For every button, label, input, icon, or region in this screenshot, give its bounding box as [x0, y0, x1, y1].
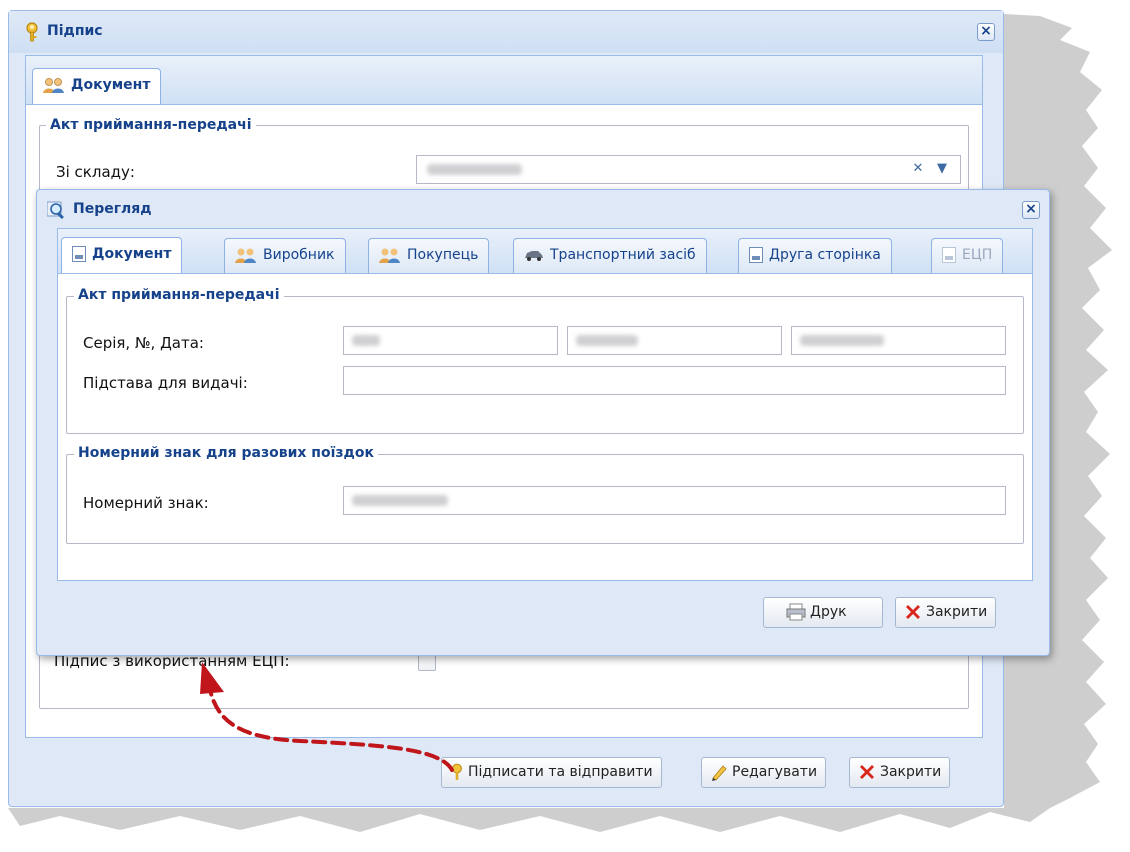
preview-tab-body: Акт приймання-передачі Серія, №, Дата: П… [57, 273, 1033, 581]
tab-preview-document[interactable]: Документ [61, 237, 183, 275]
chevron-down-icon[interactable]: ▼ [931, 158, 953, 181]
tab-manufacturer[interactable]: Виробник [224, 238, 346, 273]
clear-icon[interactable]: ✕ [907, 158, 929, 181]
redacted-value [800, 335, 884, 346]
series-label: Серія, №, Дата: [83, 334, 204, 352]
series-field[interactable] [343, 326, 558, 355]
document-icon [942, 247, 956, 263]
outer-close-label: Закрити [880, 764, 942, 780]
number-field[interactable] [567, 326, 782, 355]
preview-close-label: Закрити [926, 604, 988, 620]
users-icon [235, 248, 256, 263]
tab-digital-signature: ЕЦП [931, 238, 1004, 273]
tab-label: Документ [92, 246, 172, 262]
preview-act-fieldset-title: Акт приймання-передачі [74, 287, 284, 303]
red-x-icon [860, 765, 874, 779]
redacted-value [352, 495, 448, 506]
preview-act-fieldset [66, 296, 1024, 434]
redacted-value [576, 335, 638, 346]
tab-vehicle[interactable]: Транспортний засіб [513, 238, 707, 273]
outer-close-button[interactable]: Закрити [849, 757, 951, 788]
plate-fieldset-title: Номерний знак для разових поїздок [74, 445, 378, 461]
tab-buyer[interactable]: Покупець [368, 238, 490, 273]
tab-second-page[interactable]: Друга сторінка [738, 238, 892, 273]
edit-label: Редагувати [732, 764, 818, 780]
tab-document-label: Документ [71, 77, 151, 93]
preview-tabstrip: Документ Виробник Покупець Транспортний … [57, 228, 1033, 275]
users-icon [379, 248, 400, 263]
edit-button[interactable]: Редагувати [701, 757, 827, 788]
car-icon [525, 251, 543, 261]
redacted-value [427, 164, 522, 175]
redacted-value [352, 335, 380, 346]
plate-label: Номерний знак: [83, 494, 209, 512]
tab-label: Виробник [263, 247, 335, 263]
tab-label: Транспортний засіб [550, 247, 696, 263]
tab-label: Друга сторінка [769, 247, 881, 263]
basis-field[interactable] [343, 366, 1006, 395]
outer-tabstrip: Документ [25, 55, 983, 106]
pencil-icon [712, 765, 727, 781]
document-icon [749, 247, 763, 263]
tab-label: ЕЦП [962, 247, 993, 263]
key-icon [26, 22, 38, 42]
tab-document[interactable]: Документ [32, 68, 162, 106]
plate-field[interactable] [343, 486, 1006, 515]
date-field[interactable] [791, 326, 1006, 355]
preview-window: Перегляд × Документ Виробник Покупець Тр… [36, 189, 1050, 656]
print-label: Друк [810, 604, 847, 620]
tab-label: Покупець [407, 247, 479, 263]
from-warehouse-label: Зі складу: [56, 163, 135, 181]
act-fieldset-title: Акт приймання-передачі [46, 117, 256, 133]
users-icon [43, 78, 64, 93]
sign-send-label: Підписати та відправити [468, 764, 653, 780]
sign-send-button[interactable]: Підписати та відправити [441, 757, 662, 788]
preview-close-button[interactable]: Закрити [895, 597, 997, 628]
window-title: Підпис [47, 23, 103, 39]
signature-window-titlebar[interactable]: Підпис × [9, 11, 1003, 53]
preview-title: Перегляд [73, 201, 152, 217]
key-icon [452, 763, 462, 780]
preview-close-icon[interactable]: × [1022, 201, 1040, 219]
basis-label: Підстава для видачі: [83, 374, 248, 392]
red-x-icon [906, 605, 920, 619]
close-icon[interactable]: × [977, 23, 995, 41]
printer-icon [786, 603, 806, 621]
document-icon [72, 246, 86, 262]
magnifier-icon [47, 201, 64, 219]
from-warehouse-combo[interactable]: ✕ ▼ [416, 155, 961, 184]
print-button[interactable]: Друк [763, 597, 883, 628]
